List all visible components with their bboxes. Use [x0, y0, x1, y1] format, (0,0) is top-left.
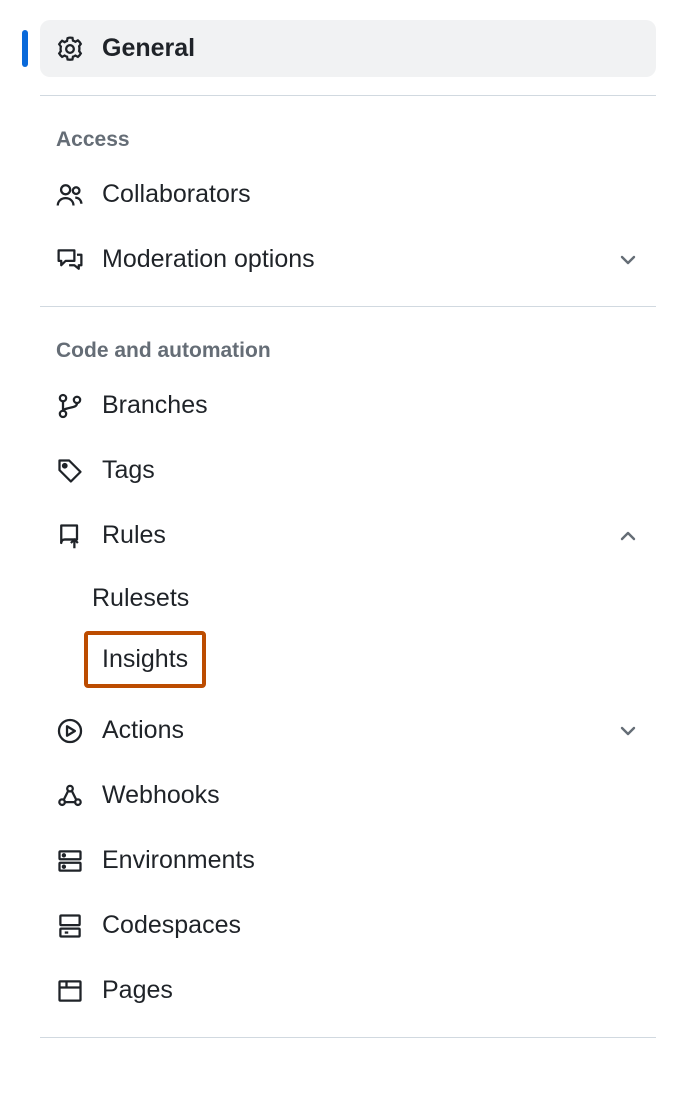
sub-item-insights-highlighted[interactable]: Insights: [84, 631, 206, 688]
nav-label-tags: Tags: [102, 456, 640, 485]
nav-item-pages[interactable]: Pages: [40, 962, 656, 1019]
divider: [40, 95, 656, 96]
section-heading-code: Code and automation: [40, 335, 656, 377]
nav-label-pages: Pages: [102, 976, 640, 1005]
nav-item-webhooks[interactable]: Webhooks: [40, 767, 656, 824]
nav-label-moderation: Moderation options: [102, 245, 598, 274]
nav-item-general[interactable]: General: [40, 20, 656, 77]
section-heading-access: Access: [40, 124, 656, 166]
codespaces-icon: [56, 912, 84, 940]
chevron-down-icon: [616, 248, 640, 272]
repo-push-icon: [56, 522, 84, 550]
nav-item-actions[interactable]: Actions: [40, 702, 656, 759]
chevron-down-icon: [616, 719, 640, 743]
comment-discussion-icon: [56, 246, 84, 274]
rules-subitems: Rulesets Insights: [40, 572, 656, 694]
chevron-up-icon: [616, 524, 640, 548]
nav-item-codespaces[interactable]: Codespaces: [40, 897, 656, 954]
nav-label-webhooks: Webhooks: [102, 781, 640, 810]
play-circle-icon: [56, 717, 84, 745]
sub-item-insights-label: Insights: [102, 645, 188, 673]
divider: [40, 306, 656, 307]
gear-icon: [56, 35, 84, 63]
tag-icon: [56, 457, 84, 485]
browser-icon: [56, 977, 84, 1005]
nav-item-branches[interactable]: Branches: [40, 377, 656, 434]
nav-item-environments[interactable]: Environments: [40, 832, 656, 889]
nav-label-codespaces: Codespaces: [102, 911, 640, 940]
webhook-icon: [56, 782, 84, 810]
nav-item-tags[interactable]: Tags: [40, 442, 656, 499]
nav-item-collaborators[interactable]: Collaborators: [40, 166, 656, 223]
sub-item-rulesets[interactable]: Rulesets: [40, 572, 656, 625]
nav-label-actions: Actions: [102, 716, 598, 745]
nav-label-collaborators: Collaborators: [102, 180, 640, 209]
nav-item-rules[interactable]: Rules: [40, 507, 656, 564]
nav-label-rules: Rules: [102, 521, 598, 550]
server-icon: [56, 847, 84, 875]
settings-sidebar: General Access Collaborators: [0, 0, 686, 1086]
nav-label-general: General: [102, 34, 640, 63]
nav-label-branches: Branches: [102, 391, 640, 420]
git-branch-icon: [56, 392, 84, 420]
divider: [40, 1037, 656, 1038]
nav-item-moderation[interactable]: Moderation options: [40, 231, 656, 288]
nav-label-environments: Environments: [102, 846, 640, 875]
active-indicator: [22, 30, 28, 67]
people-icon: [56, 181, 84, 209]
